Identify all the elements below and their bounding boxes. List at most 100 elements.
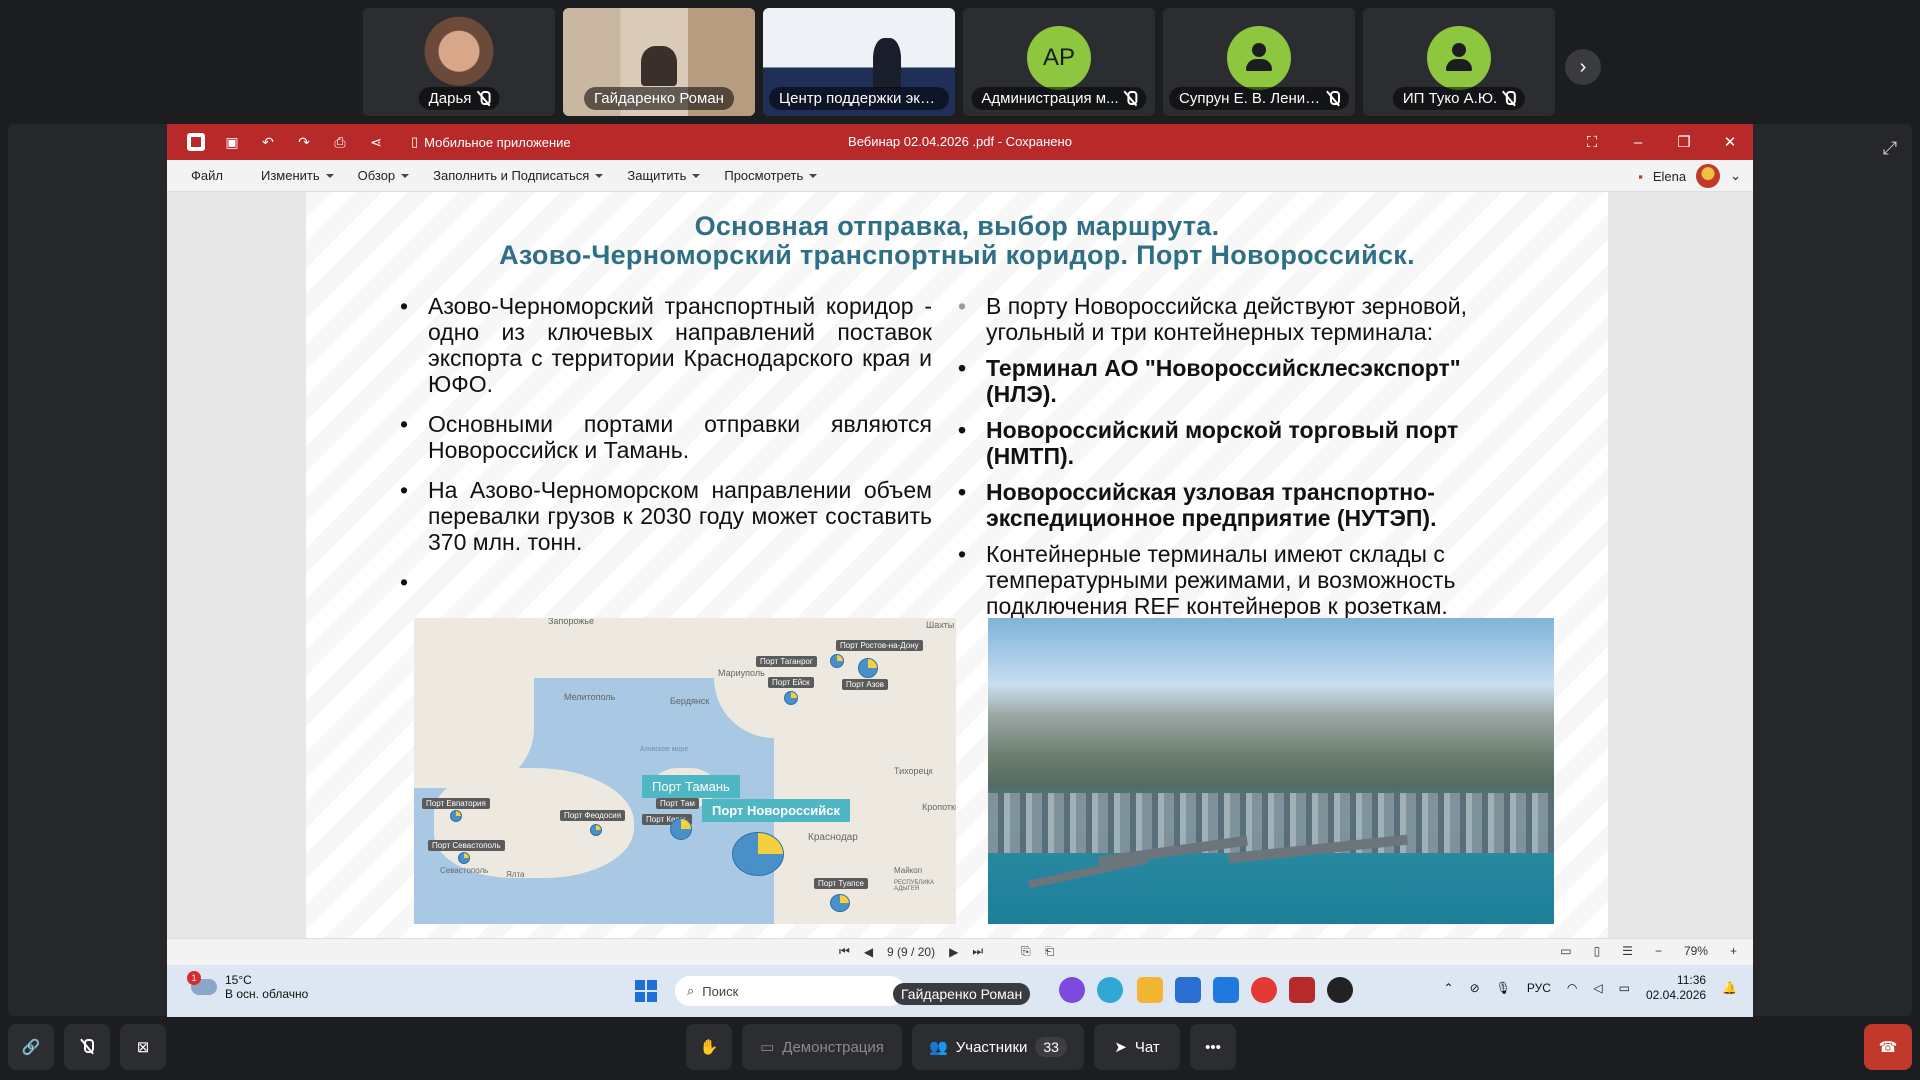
link-icon: 🔗 — [21, 1039, 41, 1056]
system-tray: ⌃ ⊘ 🎙 РУС ◠ ◁ ▭ 11:36 02.04.2026 🔔 — [1444, 973, 1737, 1003]
microphone-icon[interactable]: 🎙 — [1496, 981, 1511, 995]
map-place-label: Мариуполь — [718, 668, 765, 678]
chevron-up-icon[interactable]: ⌃ — [1444, 981, 1454, 995]
more-options-button[interactable]: ••• — [1190, 1024, 1236, 1070]
fullscreen-icon[interactable]: ⤢ — [1876, 134, 1904, 162]
map-pie-marker — [670, 818, 692, 840]
mobile-app-button[interactable]: ▯ Мобильное приложение — [411, 134, 571, 150]
port-photo — [988, 618, 1554, 924]
participant-tile-active-speaker[interactable]: Гайдаренко Роман — [563, 8, 755, 116]
page-indicator[interactable]: 9 (9 / 20) — [887, 945, 935, 959]
raise-hand-button[interactable]: ✋ — [686, 1024, 732, 1070]
windows-taskbar: 1 15°C В осн. облачно ⌕ Поиск Гайдаренко… — [167, 965, 1753, 1017]
print-icon[interactable]: ⎙ — [331, 133, 349, 151]
wifi-icon[interactable]: ◠ — [1567, 981, 1577, 995]
last-page-icon[interactable]: ⏭ — [972, 944, 983, 959]
link-button[interactable]: 🔗 — [8, 1024, 54, 1070]
camera-toggle-button[interactable]: ⊠ — [120, 1024, 166, 1070]
notification-icon[interactable]: ▪ — [1638, 169, 1643, 184]
chevron-down-icon[interactable]: ⌄ — [1730, 168, 1741, 184]
folder-icon[interactable] — [1137, 977, 1163, 1003]
weather-widget[interactable]: 1 15°C В осн. облачно — [187, 971, 308, 1001]
send-icon: ➤ — [1114, 1039, 1127, 1056]
single-page-icon[interactable]: ▯ — [1594, 944, 1601, 958]
leave-call-button[interactable]: ☎ — [1864, 1024, 1912, 1070]
zoom-level[interactable]: 79% — [1684, 944, 1708, 958]
first-page-icon[interactable]: ⏮ — [839, 944, 850, 959]
map-port-label: Порт Ейск — [768, 677, 814, 688]
participant-tile[interactable]: Дарья — [363, 8, 555, 116]
participants-button[interactable]: 👥 Участники 33 — [912, 1024, 1084, 1070]
menu-review[interactable]: Обзор — [346, 168, 422, 183]
menu-edit[interactable]: Изменить — [249, 168, 346, 183]
next-page-icon[interactable]: ▶ — [949, 945, 958, 959]
volume-icon[interactable]: ◁ — [1593, 981, 1602, 995]
map-port-label: Порт Там — [656, 798, 699, 809]
participant-name-tag: Дарья — [418, 87, 500, 110]
scroll-view-icon[interactable]: ☰ — [1622, 944, 1633, 958]
microphone-toggle-button[interactable] — [64, 1024, 110, 1070]
window-title: Вебинар 02.04.2026 .pdf - Сохранено — [848, 134, 1072, 149]
avatar — [1227, 26, 1291, 90]
participant-tile[interactable]: Супрун Е. В. Ленин... — [1163, 8, 1355, 116]
participants-count: 33 — [1035, 1037, 1067, 1057]
pdf-app-icon[interactable] — [1289, 977, 1315, 1003]
bullet-item: Основными портами отправки являются Ново… — [400, 411, 932, 463]
taskbar-search[interactable]: ⌕ Поиск — [675, 976, 905, 1006]
map-place-label: Шахты — [926, 620, 955, 630]
slide-title: Основная отправка, выбор маршрута. Азово… — [499, 211, 1415, 270]
menu-file[interactable]: Файл — [167, 168, 235, 183]
map-tag-novorossiysk: Порт Новороссийск — [702, 799, 851, 822]
menu-fill-sign[interactable]: Заполнить и Подписаться — [421, 168, 615, 183]
clock[interactable]: 11:36 02.04.2026 — [1646, 973, 1706, 1003]
map-place-label: Севастополь — [440, 866, 489, 875]
menu-view[interactable]: Просмотреть — [712, 168, 829, 183]
share-icon[interactable]: ⋖ — [367, 133, 385, 151]
menu-protect[interactable]: Защитить — [615, 168, 712, 183]
map-pie-marker — [830, 894, 850, 912]
map-place-label: Кропоткин — [922, 802, 956, 812]
zoom-in-button[interactable]: + — [1730, 944, 1737, 958]
more-icon: ••• — [1205, 1038, 1221, 1056]
language-indicator[interactable]: РУС — [1527, 981, 1551, 995]
fit-icon[interactable]: ⛶ — [1569, 124, 1615, 160]
participant-tile[interactable]: АР Администрация м... — [963, 8, 1155, 116]
caret-down-icon — [401, 173, 410, 178]
taskbar-app-icon[interactable] — [1059, 977, 1085, 1003]
caret-down-icon — [595, 173, 604, 178]
yandex-icon[interactable] — [1251, 977, 1277, 1003]
windows-start-icon[interactable] — [635, 980, 657, 1002]
map-pie-marker — [450, 810, 462, 822]
fit-page-icon[interactable]: ⎘ — [1021, 944, 1031, 959]
undo-icon[interactable]: ↶ — [259, 133, 277, 151]
participant-tile[interactable]: Центр поддержки экс... — [763, 8, 955, 116]
battery-icon[interactable]: ▭ — [1619, 981, 1630, 995]
map-port-label: Порт Феодосия — [560, 810, 626, 821]
close-button[interactable]: ✕ — [1707, 124, 1753, 160]
chat-button[interactable]: ➤ Чат — [1094, 1024, 1180, 1070]
redo-icon[interactable]: ↷ — [295, 133, 313, 151]
next-participants-button[interactable]: › — [1565, 49, 1601, 85]
no-connection-icon[interactable]: ⊘ — [1470, 981, 1480, 995]
route-map: Порт Таганрог Порт Ростов-на-Дону Порт Е… — [414, 618, 956, 924]
document-area[interactable]: Основная отправка, выбор маршрута. Азово… — [167, 192, 1753, 938]
screen-share-button[interactable]: ▭ Демонстрация — [742, 1024, 902, 1070]
left-column: Азово-Черноморский транспортный коридор … — [400, 293, 932, 609]
store-icon[interactable] — [1175, 977, 1201, 1003]
rotate-icon[interactable]: ⎗ — [1045, 944, 1055, 959]
edge-icon[interactable] — [1097, 977, 1123, 1003]
save-icon[interactable]: ▣ — [223, 133, 241, 151]
prev-page-icon[interactable]: ◀ — [864, 945, 873, 959]
map-port-label: Порт Ростов-на-Дону — [836, 640, 923, 651]
book-view-icon[interactable]: ▭ — [1560, 944, 1571, 958]
chat-app-icon[interactable] — [1327, 977, 1353, 1003]
zoom-out-button[interactable]: − — [1655, 944, 1662, 958]
taskbar-app-icon[interactable] — [1213, 977, 1239, 1003]
notifications-icon[interactable]: 🔔 — [1722, 981, 1737, 995]
participant-tile[interactable]: ИП Туко А.Ю. — [1363, 8, 1555, 116]
avatar[interactable] — [1696, 164, 1721, 188]
bullet-item-empty — [400, 569, 932, 595]
maximize-button[interactable]: ❐ — [1661, 124, 1707, 160]
avatar — [1427, 26, 1491, 90]
minimize-button[interactable]: – — [1615, 124, 1661, 160]
